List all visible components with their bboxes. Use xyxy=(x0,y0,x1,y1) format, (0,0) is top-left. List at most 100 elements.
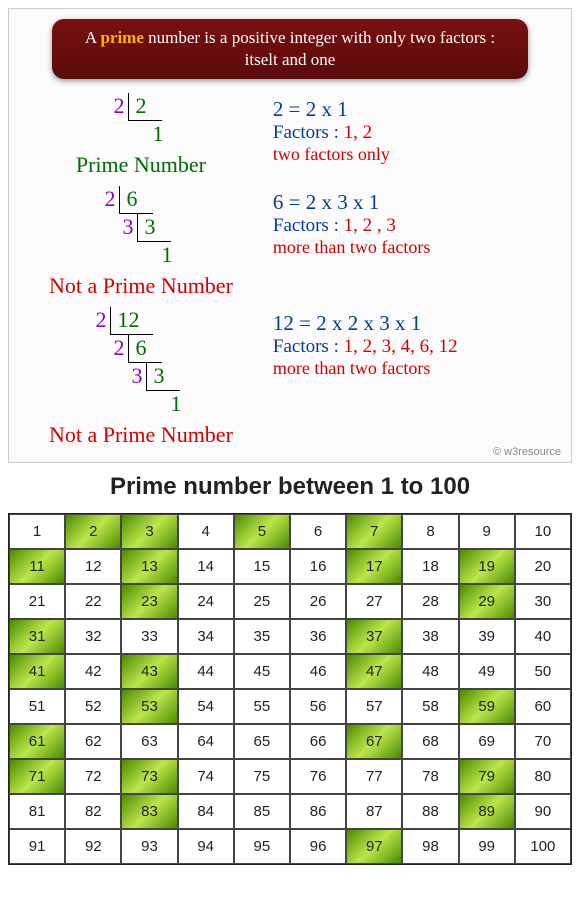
credit-text: © w3resource xyxy=(493,446,561,458)
grid-cell: 93 xyxy=(121,829,177,864)
grid-cell: 2 xyxy=(65,514,121,549)
grid-cell: 40 xyxy=(515,619,571,654)
grid-cell: 80 xyxy=(515,759,571,794)
grid-cell: 65 xyxy=(234,724,290,759)
header-prime-word: prime xyxy=(100,28,143,47)
grid-title: Prime number between 1 to 100 xyxy=(8,473,572,501)
grid-cell: 83 xyxy=(121,794,177,829)
grid-cell: 39 xyxy=(459,619,515,654)
grid-cell: 99 xyxy=(459,829,515,864)
factors-list: 1, 2 , 3 xyxy=(344,215,396,236)
verdict-label: Not a Prime Number xyxy=(19,273,263,299)
grid-cell: 98 xyxy=(402,829,458,864)
grid-cell: 10 xyxy=(515,514,571,549)
grid-cell: 21 xyxy=(9,584,65,619)
grid-cell: 56 xyxy=(290,689,346,724)
grid-cell: 1 xyxy=(9,514,65,549)
grid-cell: 11 xyxy=(9,549,65,584)
factor-ladder: 221Prime Number xyxy=(19,93,263,178)
grid-cell: 74 xyxy=(178,759,234,794)
grid-cell: 54 xyxy=(178,689,234,724)
grid-cell: 59 xyxy=(459,689,515,724)
grid-cell: 33 xyxy=(121,619,177,654)
grid-cell: 5 xyxy=(234,514,290,549)
divisor: 3 xyxy=(122,363,146,389)
grid-cell: 77 xyxy=(346,759,402,794)
example: 221Prime Number2 = 2 x 1Factors : 1, 2tw… xyxy=(19,93,561,178)
explanation: 12 = 2 x 2 x 3 x 1Factors : 1, 2, 3, 4, … xyxy=(263,307,561,379)
grid-cell: 12 xyxy=(65,549,121,584)
grid-cell: 29 xyxy=(459,584,515,619)
factors-label: Factors : xyxy=(273,336,344,357)
final-quotient: 1 xyxy=(155,242,186,269)
grid-cell: 90 xyxy=(515,794,571,829)
explanation: 2 = 2 x 1Factors : 1, 2two factors only xyxy=(263,93,561,165)
grid-cell: 67 xyxy=(346,724,402,759)
grid-cell: 52 xyxy=(65,689,121,724)
grid-cell: 95 xyxy=(234,829,290,864)
grid-cell: 47 xyxy=(346,654,402,689)
verdict-label: Not a Prime Number xyxy=(19,422,263,448)
grid-cell: 8 xyxy=(402,514,458,549)
grid-cell: 20 xyxy=(515,549,571,584)
grid-cell: 58 xyxy=(402,689,458,724)
grid-cell: 55 xyxy=(234,689,290,724)
grid-cell: 48 xyxy=(402,654,458,689)
grid-cell: 86 xyxy=(290,794,346,829)
divisor: 3 xyxy=(113,214,137,240)
divisor: 2 xyxy=(86,307,110,333)
grid-cell: 84 xyxy=(178,794,234,829)
grid-cell: 60 xyxy=(515,689,571,724)
grid-cell: 13 xyxy=(121,549,177,584)
factors-label: Factors : xyxy=(273,215,344,236)
header-prefix: A xyxy=(85,28,101,47)
grid-cell: 36 xyxy=(290,619,346,654)
example: 26331Not a Prime Number6 = 2 x 3 x 1Fact… xyxy=(19,186,561,299)
grid-cell: 62 xyxy=(65,724,121,759)
grid-cell: 34 xyxy=(178,619,234,654)
grid-cell: 38 xyxy=(402,619,458,654)
grid-cell: 45 xyxy=(234,654,290,689)
grid-cell: 6 xyxy=(290,514,346,549)
explanation: 6 = 2 x 3 x 1Factors : 1, 2 , 3more than… xyxy=(263,186,561,258)
dividend: 6 xyxy=(128,335,162,363)
grid-cell: 82 xyxy=(65,794,121,829)
grid-cell: 97 xyxy=(346,829,402,864)
grid-cell: 53 xyxy=(121,689,177,724)
grid-cell: 23 xyxy=(121,584,177,619)
grid-cell: 69 xyxy=(459,724,515,759)
factors-line: Factors : 1, 2, 3, 4, 6, 12 xyxy=(273,336,561,358)
grid-cell: 32 xyxy=(65,619,121,654)
grid-cell: 78 xyxy=(402,759,458,794)
grid-panel: Prime number between 1 to 100 1234567891… xyxy=(8,473,572,865)
grid-cell: 49 xyxy=(459,654,515,689)
grid-cell: 75 xyxy=(234,759,290,794)
factor-count-desc: more than two factors xyxy=(273,237,561,258)
grid-cell: 100 xyxy=(515,829,571,864)
grid-cell: 41 xyxy=(9,654,65,689)
grid-cell: 51 xyxy=(9,689,65,724)
grid-cell: 15 xyxy=(234,549,290,584)
grid-cell: 25 xyxy=(234,584,290,619)
equation: 2 = 2 x 1 xyxy=(273,97,561,122)
grid-cell: 7 xyxy=(346,514,402,549)
dividend: 3 xyxy=(137,214,171,242)
example: 21226331Not a Prime Number12 = 2 x 2 x 3… xyxy=(19,307,561,448)
grid-cell: 94 xyxy=(178,829,234,864)
grid-cell: 17 xyxy=(346,549,402,584)
grid-cell: 44 xyxy=(178,654,234,689)
grid-cell: 18 xyxy=(402,549,458,584)
grid-cell: 71 xyxy=(9,759,65,794)
divisor: 2 xyxy=(95,186,119,212)
grid-cell: 42 xyxy=(65,654,121,689)
grid-cell: 24 xyxy=(178,584,234,619)
factors-label: Factors : xyxy=(273,122,344,143)
final-quotient: 1 xyxy=(164,391,195,418)
grid-cell: 35 xyxy=(234,619,290,654)
grid-cell: 92 xyxy=(65,829,121,864)
factors-list: 1, 2 xyxy=(344,122,373,143)
grid-cell: 72 xyxy=(65,759,121,794)
grid-cell: 14 xyxy=(178,549,234,584)
factors-line: Factors : 1, 2 , 3 xyxy=(273,215,561,237)
grid-cell: 43 xyxy=(121,654,177,689)
